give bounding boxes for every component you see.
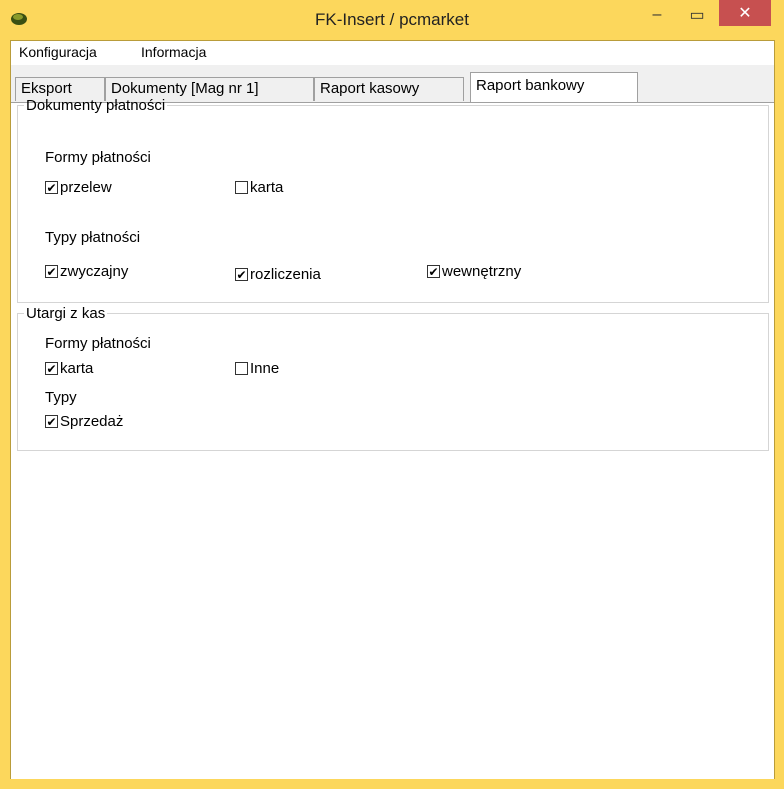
menu-bar: Konfiguracja Informacja [11, 41, 774, 65]
check-icon: ✔ [45, 361, 58, 376]
formy-platnosci-label: Formy płatności [45, 149, 151, 166]
group-utargi-legend: Utargi z kas [26, 305, 106, 322]
maximize-icon: ▭ [689, 7, 705, 24]
close-button[interactable]: ✕ [719, 0, 771, 26]
checkbox-inne[interactable]: Inne [235, 360, 279, 377]
check-icon: ✔ [235, 267, 248, 282]
checkbox-wewnetrzny[interactable]: ✔ wewnętrzny [427, 263, 521, 280]
group-utargi-z-kas: Utargi z kas [17, 305, 769, 451]
menu-konfiguracja[interactable]: Konfiguracja [19, 44, 97, 60]
checkbox-karta[interactable]: karta [235, 179, 283, 196]
checkbox-sprzedaz[interactable]: ✔ Sprzedaż [45, 413, 123, 430]
client-area: Konfiguracja Informacja Eksport Dokument… [10, 40, 775, 779]
utargi-formy-label: Formy płatności [45, 335, 151, 352]
title-bar[interactable]: FK-Insert / pcmarket ‒ ▭ ✕ [0, 0, 784, 40]
minimize-icon: ‒ [652, 6, 662, 23]
utargi-typy-label: Typy [45, 389, 77, 406]
minimize-button[interactable]: ‒ [642, 0, 672, 30]
maximize-button[interactable]: ▭ [682, 0, 712, 30]
group-dokumenty-platnosci: Dokumenty płatności [17, 97, 769, 303]
check-icon: ✔ [45, 414, 58, 429]
checkbox-zwyczajny[interactable]: ✔ zwyczajny [45, 263, 128, 280]
menu-informacja[interactable]: Informacja [141, 44, 206, 60]
tab-raport-bankowy[interactable]: Raport bankowy [470, 72, 638, 102]
checkbox-przelew[interactable]: ✔ przelew [45, 179, 112, 196]
group-dokumenty-legend: Dokumenty płatności [26, 97, 166, 114]
close-icon: ✕ [738, 5, 752, 22]
checkbox-utargi-karta[interactable]: ✔ karta [45, 360, 93, 377]
app-window: FK-Insert / pcmarket ‒ ▭ ✕ Konfiguracja … [0, 0, 784, 789]
checkbox-rozliczenia[interactable]: ✔ rozliczenia [235, 266, 321, 283]
check-icon: ✔ [45, 180, 58, 195]
tab-panel: Dokumenty płatności Formy płatności ✔ prz… [11, 97, 774, 779]
check-icon: ✔ [427, 264, 440, 279]
check-icon: ✔ [45, 264, 58, 279]
typy-platnosci-label: Typy płatności [45, 229, 141, 246]
